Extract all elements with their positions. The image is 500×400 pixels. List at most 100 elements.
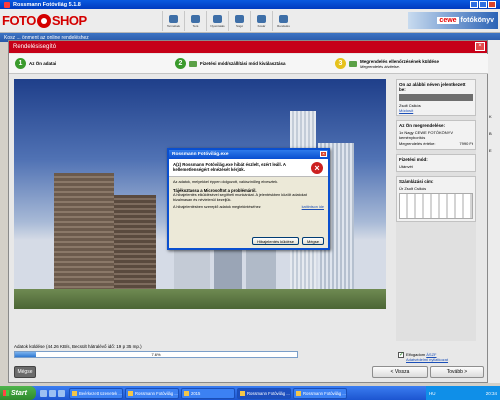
logo-circle-icon [36, 13, 51, 28]
fotoshop-logo: FOTO SHOP [2, 12, 87, 29]
app-icon [128, 390, 133, 396]
cewe-brand: cewe [437, 17, 459, 24]
start-button[interactable]: Start [0, 386, 36, 400]
toolbar-print-button[interactable]: Nyomtatás [206, 11, 228, 31]
task-label: Rossmann Fotóvilág ... [303, 390, 346, 396]
quick-launch-icon[interactable] [49, 389, 56, 397]
order-section: Az Ön megrendelése: 1x Nagy CEWE FOTÓKÖN… [396, 120, 476, 150]
terms-checkbox[interactable] [398, 351, 404, 358]
clock: 20:34 [485, 390, 497, 396]
error-dialog-title: Rossmann Fotóvilág.exe [172, 152, 229, 157]
step-label: Fizetési mód/szállítási mód kiválasztása [200, 61, 286, 66]
order-total-label: Megrendelés értéke: [399, 141, 436, 146]
task-label: Beérkezett üzenetek ... [79, 390, 122, 396]
error-icon: × [311, 162, 323, 174]
mail-icon [72, 390, 77, 396]
logo-text-foto: FOTO [2, 13, 36, 28]
taskbar-item[interactable]: Rossmann Fotóvilág ... [125, 387, 179, 399]
maximize-button[interactable] [479, 1, 487, 8]
cewe-text: fotókönyv [460, 17, 494, 24]
order-item: 1x Nagy CEWE FOTÓKÖNYV keményborítós [399, 130, 454, 140]
close-window-button[interactable] [488, 1, 496, 8]
taskbar-item[interactable]: Rossmann Fotóvilág ... [237, 387, 291, 399]
app-title: Rossmann Fotóvilág 5.1.8 [13, 1, 81, 8]
step-label: Megrendelés ellenőrzésének küldése Megre… [360, 59, 439, 69]
toolbar-label: Rendelés [277, 23, 290, 28]
error-cancel-button[interactable]: Mégse [301, 237, 324, 245]
toolbar-label: Súgó [235, 23, 243, 28]
error-header: A(z) Rossmann Fotóvilág.exe hibát észlel… [169, 159, 328, 177]
wizard-steps: 1 Az Ön adatai 2 Fizetési mód/szállítási… [9, 54, 489, 74]
step-number: 2 [175, 58, 186, 69]
task-label: Rossmann Fotóvilág ... [247, 390, 290, 396]
toolbar-products-button[interactable]: Termékek [162, 11, 184, 31]
send-report-button[interactable]: Hibajelentés küldése [252, 237, 299, 245]
print-icon [213, 14, 222, 23]
wizard-title: Rendelésisegító [13, 44, 57, 50]
progress-status: Adatok küldése (44.26 KB/s, Becsült hátr… [14, 344, 142, 349]
user-field [399, 94, 473, 101]
app-icon [296, 390, 301, 396]
building [54, 173, 114, 291]
book-thumbnail [399, 193, 473, 219]
brand-bar: FOTO SHOP Termékek Teré Nyomtatás Súgó K… [0, 9, 500, 33]
payment-heading: Fizetési mód: [399, 157, 428, 162]
error-close-button[interactable]: × [320, 151, 327, 157]
user-heading: On az alábbi néven jelentkezett be: [399, 82, 466, 92]
window-controls [470, 1, 496, 8]
quick-launch-icon[interactable] [40, 389, 47, 397]
taskbar-item[interactable]: Beérkezett üzenetek ... [69, 387, 123, 399]
terms-row: Elfogadom ÁSZF Adatvédelmi nyilatkozat [398, 351, 448, 362]
quick-launch [40, 389, 65, 397]
windows-flag-icon [3, 390, 9, 396]
wizard-titlebar: Rendelésisegító × [9, 41, 487, 53]
terms-text: Elfogadom ÁSZF Adatvédelmi nyilatkozat [406, 352, 448, 362]
error-details-row: A hibajelentésben szereplő adatok megtek… [173, 205, 324, 210]
progress-label: 7.6% [151, 352, 161, 357]
edge-letter: E [489, 148, 492, 153]
app-icon [4, 1, 10, 8]
step-label: Az Ön adatai [29, 61, 57, 66]
next-button[interactable]: Tovább > [430, 366, 484, 378]
step-3-subtitle: Megrendelés átvitelse. [360, 63, 401, 69]
folder-icon [184, 390, 189, 396]
system-tray: HU 20:34 [426, 386, 500, 400]
toolbar-teré-button[interactable]: Teré [184, 11, 206, 31]
app-icon [240, 390, 245, 396]
cewe-banner[interactable]: cewe fotókönyv [408, 12, 498, 29]
error-dialog-titlebar: Rossmann Fotóvilág.exe × [169, 150, 328, 159]
send-icon [349, 60, 357, 67]
help-icon [235, 14, 244, 23]
toolbar-label: Teré [192, 23, 199, 28]
step-2: 2 Fizetési mód/szállítási mód kiválasztá… [169, 54, 329, 73]
step-number: 1 [15, 58, 26, 69]
taskbar-item[interactable]: 2015 [181, 387, 235, 399]
details-link[interactable]: kattintson ide [302, 205, 324, 210]
background-window-edge: K B E [488, 40, 500, 383]
payment-section: Fizetési mód: Utánvét [396, 154, 476, 172]
privacy-link[interactable]: Adatvédelmi nyilatkozat [406, 357, 448, 362]
step-3-title: Megrendelés ellenőrzésének küldése [360, 58, 440, 64]
taskbar-item[interactable]: Rossmann Fotóvilág ... [293, 387, 347, 399]
modify-link[interactable]: Módosít [399, 108, 473, 113]
order-heading: Az Ön megrendelése: [399, 123, 446, 128]
back-button[interactable]: < Vissza [372, 366, 428, 378]
app-titlebar: Rossmann Fotóvilág 5.1.8 [0, 0, 500, 9]
billing-section: Számlázási cím: Úr Zsolt Csikós [396, 176, 476, 222]
task-label: 2015 [191, 390, 201, 396]
tere-icon [191, 14, 200, 23]
wizard-close-button[interactable]: × [475, 42, 485, 51]
toolbar-cart-button[interactable]: Kosár [250, 11, 272, 31]
cancel-button[interactable]: Mégse [14, 366, 36, 378]
taskbar: Start Beérkezett üzenetek ... Rossmann F… [0, 386, 500, 400]
toolbar-order-button[interactable]: Rendelés [272, 11, 294, 31]
minimize-button[interactable] [470, 1, 478, 8]
toolbar-help-button[interactable]: Súgó [228, 11, 250, 31]
quick-launch-icon[interactable] [58, 389, 65, 397]
error-line-3: A hibajelentésben szereplő adatok megtek… [173, 205, 261, 209]
step-3: 3 Megrendelés ellenőrzésének küldése Meg… [329, 54, 489, 73]
step-1: 1 Az Ön adatai [9, 54, 169, 73]
start-label: Start [11, 389, 27, 397]
task-label: Rossmann Fotóvilág ... [135, 390, 178, 396]
language-indicator[interactable]: HU [429, 391, 436, 396]
